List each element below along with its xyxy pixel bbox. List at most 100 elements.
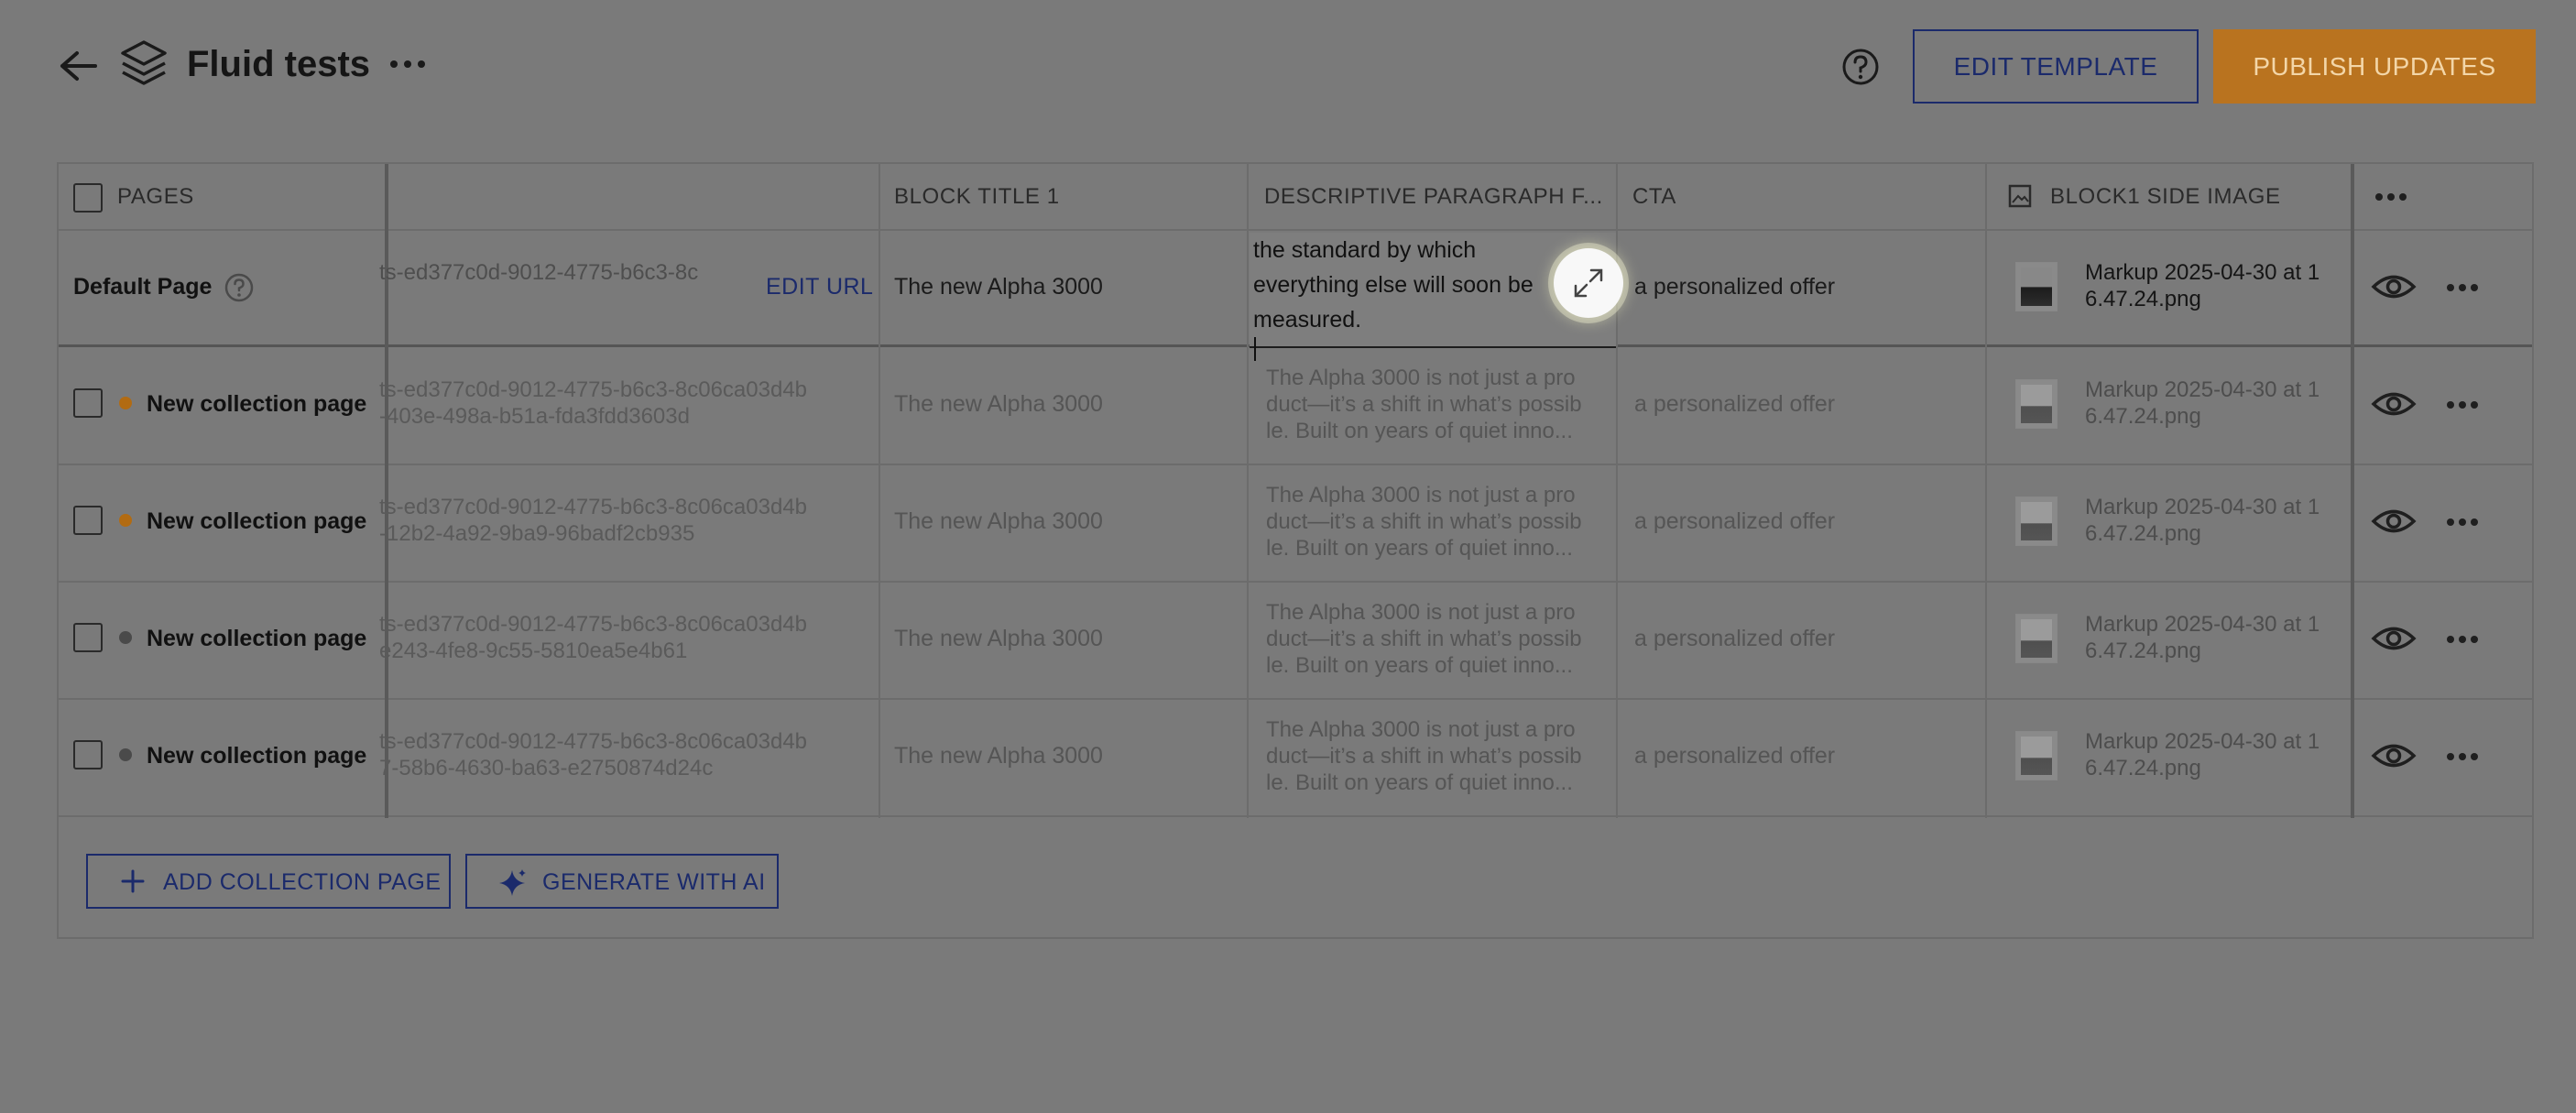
paragraph-line: the standard by which (1253, 237, 1477, 263)
paragraph-line: The Alpha 3000 is not just a pro (1266, 366, 1576, 390)
paragraph-line: duct—it’s a shift in what’s possib (1266, 509, 1582, 534)
row-checkbox[interactable] (73, 740, 103, 769)
page-slug: ts-ed377c0d-9012-4775-b6c3-8c06ca03d4b 7-… (379, 728, 920, 781)
paragraph-line: le. Built on years of quiet inno... (1266, 770, 1573, 795)
cta-cell[interactable]: a personalized offer (1634, 508, 1835, 535)
column-divider (1985, 164, 1987, 818)
paragraph-line: le. Built on years of quiet inno... (1266, 419, 1573, 443)
edit-url-link[interactable]: EDIT URL (766, 274, 873, 300)
block-title-cell[interactable]: The new Alpha 3000 (894, 626, 1103, 652)
block-title-cell[interactable]: The new Alpha 3000 (894, 743, 1103, 769)
page-header: Fluid tests EDIT TEMPLATE PUBLISH UPDATE… (0, 0, 2576, 134)
page-title: Fluid tests (187, 44, 371, 84)
slug-line: ts-ed377c0d-9012-4775-b6c3-8c06ca03d4b (379, 495, 808, 519)
status-dot (119, 514, 132, 527)
paragraph-line: duct—it’s a shift in what’s possib (1266, 392, 1582, 417)
row-more-icon[interactable] (2446, 517, 2479, 528)
image-filename[interactable]: Markup 2025-04-30 at 1 6.47.24.png (2085, 376, 2360, 430)
image-filename-line: Markup 2025-04-30 at 1 (2085, 495, 2320, 519)
eye-icon[interactable] (2371, 271, 2417, 302)
paragraph-cell[interactable]: The Alpha 3000 is not just a pro duct—it’… (1266, 482, 1614, 562)
slug-line: -403e-498a-b51a-fda3fdd3603d (379, 404, 690, 429)
image-thumbnail (2015, 614, 2058, 663)
publish-updates-button[interactable]: PUBLISH UPDATES (2213, 29, 2536, 104)
paragraph-cell[interactable]: The Alpha 3000 is not just a pro duct—it’… (1266, 599, 1614, 679)
paragraph-line: duct—it’s a shift in what’s possib (1266, 627, 1582, 651)
edit-template-button[interactable]: EDIT TEMPLATE (1913, 29, 2199, 104)
paragraph-line: duct—it’s a shift in what’s possib (1266, 744, 1582, 769)
eye-icon[interactable] (2371, 506, 2417, 537)
row-checkbox[interactable] (73, 623, 103, 652)
image-thumbnail (2015, 262, 2058, 311)
column-header-paragraph[interactable]: DESCRIPTIVE PARAGRAPH F... (1264, 184, 1603, 210)
cta-cell[interactable]: a personalized offer (1634, 274, 1835, 300)
sparkle-icon (499, 869, 526, 896)
column-divider (1247, 164, 1249, 818)
plus-icon (121, 869, 145, 893)
column-header-block-title[interactable]: BLOCK TITLE 1 (894, 184, 1060, 210)
image-filename-line: 6.47.24.png (2085, 404, 2201, 429)
page-name[interactable]: New collection page (147, 743, 366, 769)
paragraph-line: The Alpha 3000 is not just a pro (1266, 717, 1576, 742)
image-filename[interactable]: Markup 2025-04-30 at 1 6.47.24.png (2085, 728, 2360, 781)
add-collection-page-button[interactable]: ADD COLLECTION PAGE (86, 854, 451, 909)
back-arrow-icon[interactable] (57, 48, 99, 84)
image-filename[interactable]: Markup 2025-04-30 at 1 6.47.24.png (2085, 611, 2360, 664)
image-icon (2008, 184, 2032, 208)
block-title-cell[interactable]: The new Alpha 3000 (894, 391, 1103, 418)
cta-cell[interactable]: a personalized offer (1634, 391, 1835, 418)
image-thumbnail (2015, 496, 2058, 546)
column-more-icon[interactable] (2374, 191, 2407, 202)
block-title-cell[interactable]: The new Alpha 3000 (894, 274, 1103, 300)
row-more-icon[interactable] (2446, 751, 2479, 762)
page-name[interactable]: New collection page (147, 391, 366, 418)
row-more-icon[interactable] (2446, 282, 2479, 293)
generate-with-ai-button[interactable]: GENERATE WITH AI (465, 854, 779, 909)
expand-icon (1574, 268, 1603, 298)
image-filename[interactable]: Markup 2025-04-30 at 1 6.47.24.png (2085, 494, 2360, 547)
collection-table: PAGES BLOCK TITLE 1 DESCRIPTIVE PARAGRAP… (57, 162, 2534, 939)
image-filename-line: Markup 2025-04-30 at 1 (2085, 729, 2320, 754)
slug-line: -12b2-4a92-9ba9-96badf2cb935 (379, 521, 695, 546)
column-header-cta[interactable]: CTA (1632, 184, 1676, 210)
status-dot (119, 397, 132, 409)
page-name[interactable]: New collection page (147, 626, 366, 652)
generate-with-ai-label: GENERATE WITH AI (542, 869, 766, 895)
more-options-icon[interactable] (388, 55, 427, 73)
paragraph-cell[interactable]: The Alpha 3000 is not just a pro duct—it’… (1266, 365, 1614, 444)
row-more-icon[interactable] (2446, 399, 2479, 410)
status-dot (119, 631, 132, 644)
row-divider (59, 815, 2532, 817)
paragraph-line: The Alpha 3000 is not just a pro (1266, 600, 1576, 625)
column-header-pages[interactable]: PAGES (117, 184, 194, 210)
eye-icon[interactable] (2371, 623, 2417, 654)
cta-cell[interactable]: a personalized offer (1634, 743, 1835, 769)
row-checkbox[interactable] (73, 388, 103, 418)
image-filename-line: Markup 2025-04-30 at 1 (2085, 260, 2320, 285)
slug-line: ts-ed377c0d-9012-4775-b6c3-8c06ca03d4b (379, 377, 808, 402)
paragraph-cell[interactable]: The Alpha 3000 is not just a pro duct—it’… (1266, 716, 1614, 796)
column-divider (879, 164, 880, 818)
select-all-checkbox[interactable] (73, 183, 103, 213)
help-icon[interactable] (224, 272, 255, 303)
block-title-cell[interactable]: The new Alpha 3000 (894, 508, 1103, 535)
paragraph-line: measured. (1253, 302, 1612, 361)
page-slug: ts-ed377c0d-9012-4775-b6c3-8c06ca03d4b -4… (379, 376, 920, 430)
page-name[interactable]: New collection page (147, 508, 366, 535)
row-more-icon[interactable] (2446, 634, 2479, 645)
image-thumbnail (2015, 379, 2058, 429)
text-caret (1254, 337, 1256, 361)
row-checkbox[interactable] (73, 506, 103, 535)
cta-cell[interactable]: a personalized offer (1634, 626, 1835, 652)
slug-line: ts-ed377c0d-9012-4775-b6c3-8c06ca03d4b (379, 729, 808, 754)
status-dot (119, 748, 132, 761)
expand-editor-button[interactable] (1554, 248, 1623, 318)
eye-icon[interactable] (2371, 388, 2417, 420)
add-collection-page-label: ADD COLLECTION PAGE (163, 869, 442, 895)
image-filename-line: Markup 2025-04-30 at 1 (2085, 377, 2320, 402)
column-header-side-image[interactable]: BLOCK1 SIDE IMAGE (2050, 184, 2281, 210)
page-slug: ts-ed377c0d-9012-4775-b6c3-8c (379, 260, 699, 285)
eye-icon[interactable] (2371, 740, 2417, 771)
help-icon[interactable] (1841, 48, 1880, 86)
image-filename[interactable]: Markup 2025-04-30 at 1 6.47.24.png (2085, 259, 2360, 312)
